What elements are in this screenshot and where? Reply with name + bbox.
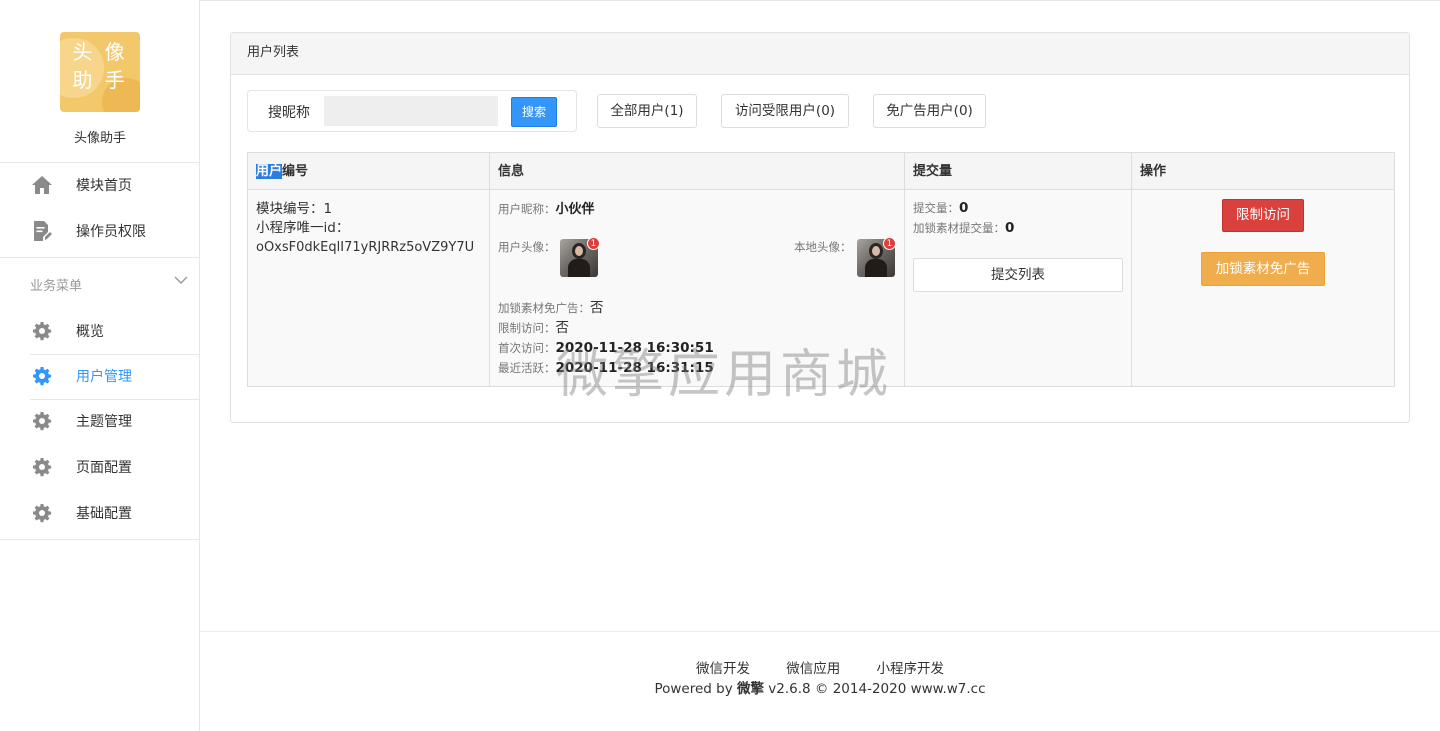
sidebar-item-label: 主题管理 <box>76 414 132 430</box>
submit-list-button[interactable]: 提交列表 <box>913 258 1123 292</box>
document-edit-icon <box>31 220 53 242</box>
column-header-user-no: 用户编号 <box>248 153 308 190</box>
copyright-prefix: Powered by <box>654 681 737 697</box>
lock-free-ad-value: 否 <box>590 300 604 316</box>
chevron-down-icon[interactable] <box>174 273 188 287</box>
search-button[interactable]: 搜索 <box>511 97 557 127</box>
search-label: 搜昵称 <box>268 105 310 121</box>
logo-text-line1: 头 像 <box>72 40 128 64</box>
section-title: 业务菜单 <box>30 279 83 294</box>
first-visit-label: 首次访问： <box>498 341 556 355</box>
selected-text: 用户 <box>256 164 283 179</box>
lock-submit-count-label: 加锁素材提交量： <box>913 221 1005 235</box>
column-header-info: 信息 <box>498 164 525 179</box>
column-divider <box>904 153 905 386</box>
sidebar-item-operator-permission[interactable]: 操作员权限 <box>0 209 200 253</box>
nickname-label: 用户昵称： <box>498 202 556 216</box>
sidebar-item-user-management[interactable]: 用户管理 <box>0 354 200 398</box>
avatar-body <box>865 259 887 277</box>
home-icon <box>31 174 53 196</box>
filter-ad-free-users-button[interactable]: 免广告用户(0) <box>873 94 986 128</box>
submit-count-value: 0 <box>959 200 969 216</box>
local-avatar-label: 本地头像： <box>794 240 852 254</box>
sidebar-item-overview[interactable]: 概览 <box>0 309 200 353</box>
lock-free-ad-label: 加锁素材免广告： <box>498 301 590 315</box>
avatar-face <box>872 246 880 256</box>
column-divider <box>489 153 490 386</box>
footer-copyright: Powered by 微擎 v2.6.8 © 2014-2020 www.w7.… <box>200 677 1440 697</box>
app-logo[interactable]: 头 像 助 手 <box>60 32 140 112</box>
sidebar-item-label: 操作员权限 <box>76 224 146 240</box>
restricted-label: 限制访问： <box>498 321 556 335</box>
gear-icon <box>31 320 53 342</box>
footer-links: 微信开发 微信应用 小程序开发 <box>200 657 1440 677</box>
sidebar-item-label: 用户管理 <box>76 369 132 385</box>
column-divider <box>1131 153 1132 386</box>
avatar-label: 用户头像： <box>498 240 556 254</box>
copyright-suffix: v2.6.8 © 2014-2020 www.w7.cc <box>764 681 986 697</box>
submit-count-label: 提交量： <box>913 201 959 215</box>
nickname-value: 小伙伴 <box>555 202 595 217</box>
sidebar-item-label: 基础配置 <box>76 506 132 522</box>
filter-all-users-button[interactable]: 全部用户(1) <box>597 94 697 128</box>
footer-link-wechat-apps[interactable]: 微信应用 <box>786 661 840 677</box>
search-box: 搜昵称 搜索 <box>247 90 577 132</box>
footer-link-miniprogram-dev[interactable]: 小程序开发 <box>877 661 945 677</box>
sidebar-item-label: 页面配置 <box>76 460 132 476</box>
lock-submit-count-row: 加锁素材提交量：0 <box>913 218 1014 238</box>
lock-submit-count-value: 0 <box>1005 220 1015 236</box>
search-input[interactable] <box>324 96 498 126</box>
nickname-row: 用户昵称：小伙伴 <box>498 199 595 220</box>
last-active-label: 最近活跃： <box>498 361 556 375</box>
sidebar-item-theme-management[interactable]: 主题管理 <box>0 399 200 443</box>
app-root: 头 像 助 手 头像助手 模块首页 操作员权限 业务菜单 概览 用户管理 主题管… <box>0 0 1440 731</box>
avatar-body <box>568 259 590 277</box>
footer-link-wechat-dev[interactable]: 微信开发 <box>696 661 750 677</box>
watermark: 微擎应用商城 <box>556 345 893 405</box>
column-header-text: 编号 <box>282 164 309 179</box>
avatar-face <box>575 246 583 256</box>
restrict-access-button[interactable]: 限制访问 <box>1222 199 1304 232</box>
gear-icon <box>31 365 53 387</box>
gear-icon <box>31 456 53 478</box>
top-border <box>0 0 1440 2</box>
module-number: 模块编号：1 <box>256 201 333 217</box>
logo-text-line2: 助 手 <box>72 68 128 92</box>
panel-title: 用户列表 <box>231 33 1409 75</box>
sidebar-item-label: 概览 <box>76 324 104 340</box>
lock-free-ad-row: 加锁素材免广告：否 <box>498 298 604 318</box>
app-name: 头像助手 <box>73 131 126 146</box>
logo-text: 头 像 助 手 <box>60 38 140 94</box>
gear-icon <box>31 410 53 432</box>
sidebar-item-page-config[interactable]: 页面配置 <box>0 445 200 489</box>
sidebar-item-label: 模块首页 <box>76 178 132 194</box>
sidebar: 头 像 助 手 头像助手 模块首页 操作员权限 业务菜单 概览 用户管理 主题管… <box>0 0 200 731</box>
column-header-submissions: 提交量 <box>913 164 953 179</box>
submit-count-row: 提交量：0 <box>913 198 968 218</box>
column-header-actions: 操作 <box>1140 164 1167 179</box>
lock-free-ad-button[interactable]: 加锁素材免广告 <box>1201 252 1325 286</box>
copyright-brand: 微擎 <box>737 681 764 697</box>
sidebar-item-basic-config[interactable]: 基础配置 <box>0 491 200 535</box>
gear-icon <box>31 502 53 524</box>
sidebar-item-module-home[interactable]: 模块首页 <box>0 163 200 207</box>
table-header: 用户编号 信息 提交量 操作 <box>248 153 1394 190</box>
avatar-badge: 1 <box>587 237 600 250</box>
filter-restricted-users-button[interactable]: 访问受限用户(0) <box>721 94 849 128</box>
local-avatar-badge: 1 <box>883 237 896 250</box>
openid-label: 小程序唯一id： <box>256 220 350 236</box>
footer-divider <box>200 631 1440 632</box>
openid-value: oOxsF0dkEqlI71yRJRRz5oVZ9Y7U <box>256 240 475 255</box>
divider <box>0 539 200 540</box>
divider <box>0 257 200 258</box>
